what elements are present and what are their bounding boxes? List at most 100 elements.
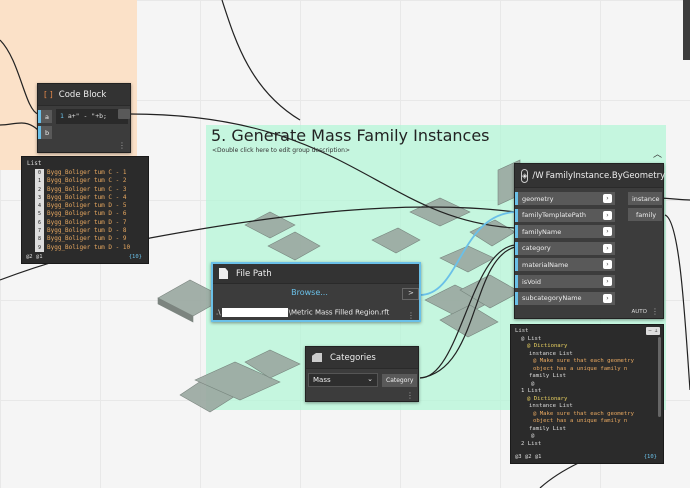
node-header[interactable]: File Path [213, 264, 419, 284]
list-count: {10} [128, 254, 142, 260]
mass-shape [157, 297, 194, 323]
collapse-group-icon[interactable]: ︿ [653, 147, 662, 160]
output-port-instance[interactable]: instance [628, 192, 662, 205]
input-port-subcategoryName[interactable]: subcategoryName › [515, 291, 615, 305]
input-port-b[interactable]: b [38, 126, 52, 139]
dictionary-line: List [515, 328, 529, 334]
node-title: Code Block [58, 89, 107, 100]
file-path-output-port[interactable]: > [402, 288, 419, 300]
dict-levels: @3 @2 @1 [515, 454, 542, 460]
dictionary-line: @ Dictionary [527, 343, 568, 349]
input-port-category[interactable]: category › [515, 241, 615, 255]
node-menu-icon[interactable]: ⋮ [407, 311, 415, 320]
file-path-node[interactable]: File Path Browse... .\ \Metric Mass Fille… [211, 262, 421, 322]
dictionary-line: @ Make sure that each geometry [533, 410, 635, 417]
scrollbar[interactable] [658, 337, 661, 417]
list-index: 3 [35, 193, 44, 203]
category-dropdown[interactable]: Mass ⌄ [308, 373, 378, 387]
list-item: 3 Bygg_Boliger tum C - 4 [27, 193, 130, 203]
list-item: 1 Bygg_Boliger tum C - 2 [27, 177, 130, 186]
input-port-a[interactable]: a [38, 110, 52, 123]
path-field[interactable]: .\ \Metric Mass Filled Region.rft [216, 308, 406, 320]
lacing-label[interactable]: AUTO [632, 309, 647, 315]
node-menu-icon[interactable]: ⋮ [406, 391, 414, 400]
dictionary-line: @ Dictionary [527, 395, 568, 402]
list-value: Bygg_Boliger tum C - 1 [47, 169, 127, 176]
list-index: 7 [35, 227, 44, 236]
categories-icon [312, 353, 322, 362]
list-value: Bygg_Boliger tum C - 3 [47, 185, 127, 193]
node-header[interactable]: Categories [306, 347, 418, 369]
preview-footer: @3 @2 @1 {10} [515, 454, 657, 460]
list-item: 0 Bygg_Boliger tum C - 1 [27, 169, 130, 178]
code-text: a+" - "+b; [67, 112, 107, 120]
list-index: 8 [35, 235, 44, 244]
list-index: 1 [35, 177, 44, 186]
group-description[interactable]: <Double click here to edit group descrip… [212, 147, 350, 154]
dictionary-line: @ [531, 380, 535, 387]
output-port-family[interactable]: family [628, 208, 662, 221]
chevron-down-icon: ⌄ [367, 375, 373, 383]
dictionary-line: instance List [529, 350, 573, 357]
list-value: Bygg_Boliger tum D - 7 [47, 218, 127, 226]
code-block-node[interactable]: [ ] Code Block a b 1 a+" - "+b; ⋮ [37, 83, 131, 153]
line-number: 1 [60, 112, 68, 120]
dictionary-line: @ Make sure that each geometry [533, 358, 635, 364]
list-preview-bubble[interactable]: List 0 Bygg_Boliger tum C - 1 1 Bygg_Bolige… [21, 156, 149, 264]
chevron-right-icon: › [603, 227, 612, 237]
dictionary-line: object has a unique family n [533, 418, 628, 424]
node-header[interactable]: ◈ /W FamilyInstance.ByGeometry [515, 164, 665, 188]
list-index: 9 [35, 243, 44, 252]
dictionary-line: family List [529, 373, 567, 379]
node-header[interactable]: [ ] Code Block [38, 84, 130, 106]
node-title: File Path [236, 268, 272, 279]
chevron-right-icon: › [603, 293, 612, 303]
list-value: Bygg_Boliger tum C - 2 [47, 177, 127, 185]
graph-canvas[interactable]: 5. Generate Mass Family Instances <Doubl… [0, 0, 690, 488]
family-instance-icon: ◈ [521, 168, 529, 183]
list-index: 0 [35, 169, 44, 178]
dictionary-line: 1 List [521, 388, 542, 394]
output-port[interactable] [118, 109, 130, 119]
path-suffix: \Metric Mass Filled Region.rft [288, 308, 390, 317]
code-block-icon: [ ] [44, 90, 53, 99]
input-port-familyName[interactable]: familyName › [515, 225, 615, 239]
list-item: 9 Bygg_Boliger tum D - 10 [27, 243, 131, 252]
group-title[interactable]: 5. Generate Mass Family Instances [211, 126, 490, 145]
chevron-right-icon: › [603, 210, 612, 220]
offscreen-node-edge [683, 0, 690, 60]
node-menu-icon[interactable]: ⋮ [651, 307, 659, 316]
list-value: Bygg_Boliger tum C - 4 [47, 193, 127, 201]
node-title: Categories [330, 352, 376, 363]
chevron-right-icon: › [603, 243, 612, 253]
chevron-right-icon: › [603, 277, 612, 286]
input-port-isVoid[interactable]: isVoid › [515, 275, 615, 288]
list-levels: @2 @1 [26, 254, 43, 260]
categories-node[interactable]: Categories Mass ⌄ Category ⋮ [305, 346, 419, 402]
list-value: Bygg_Boliger tum D - 9 [47, 235, 127, 243]
chevron-right-icon: › [603, 194, 612, 203]
family-instance-node[interactable]: ◈ /W FamilyInstance.ByGeometry geometry ›… [514, 163, 665, 319]
redacted-path [221, 308, 288, 317]
dictionary-lines: List @ List @ Dictionary instance List @ Mak… [515, 328, 655, 448]
browse-button[interactable]: Browse... [216, 288, 403, 301]
list-value: Bygg_Boliger tum D - 10 [47, 243, 131, 251]
dictionary-line: @ [531, 433, 535, 439]
chevron-right-icon: › [603, 260, 612, 270]
wire [221, 0, 301, 121]
dictionary-line: object has a unique family n [533, 365, 628, 372]
list-item: 5 Bygg_Boliger tum D - 6 [27, 210, 130, 219]
dictionary-line: family List [529, 425, 567, 432]
node-menu-icon[interactable]: ⋮ [118, 141, 126, 150]
dictionary-line: instance List [529, 403, 573, 409]
list-index: 5 [35, 210, 44, 219]
list-items: 0 Bygg_Boliger tum C - 1 1 Bygg_Boliger tum… [27, 169, 130, 252]
dictionary-line: 2 List [521, 440, 542, 447]
input-port-familyTemplatePath[interactable]: familyTemplatePath › [515, 208, 615, 222]
list-index: 2 [35, 185, 44, 194]
input-port-geometry[interactable]: geometry › [515, 192, 615, 205]
dictionary-preview-bubble[interactable]: — ⟂ List @ List @ Dictionary instance List @… [510, 324, 664, 464]
list-value: Bygg_Boliger tum D - 6 [47, 210, 127, 218]
output-port-category[interactable]: Category [382, 374, 417, 387]
input-port-materialName[interactable]: materialName › [515, 258, 615, 272]
